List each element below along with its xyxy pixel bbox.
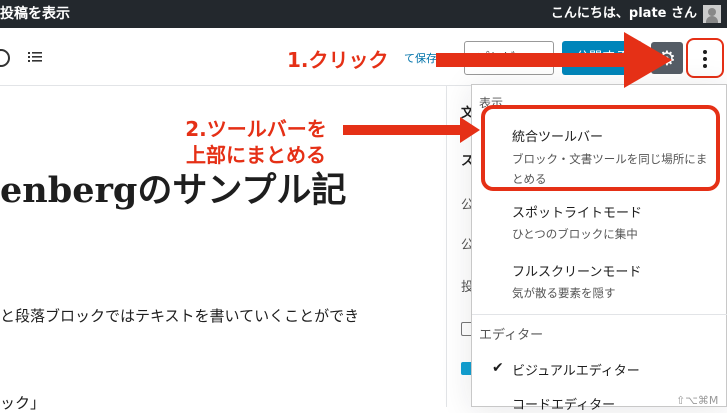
arrow-right-icon bbox=[436, 32, 672, 88]
annotation-arrows bbox=[343, 32, 672, 143]
arrow-right-icon bbox=[343, 117, 480, 143]
